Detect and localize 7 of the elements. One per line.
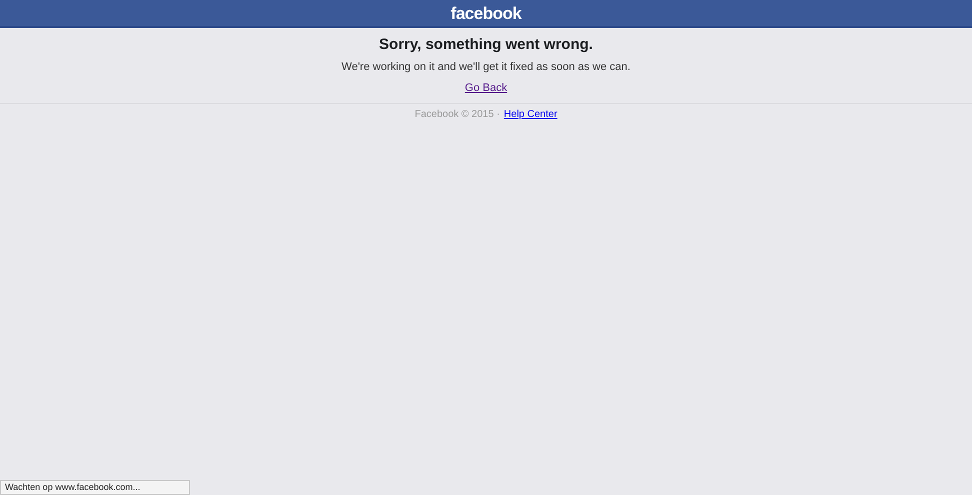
- error-message: We're working on it and we'll get it fixed as soon as we can.: [342, 60, 630, 74]
- status-text: Wachten op www.facebook.com...: [5, 483, 140, 492]
- copyright-text: Facebook © 2015 ·: [414, 108, 500, 122]
- logo[interactable]: facebook: [450, 4, 522, 22]
- help-center-link[interactable]: Help Center: [504, 108, 558, 122]
- error-title: Sorry, something went wrong.: [379, 36, 593, 54]
- go-back-link[interactable]: Go Back: [464, 81, 508, 95]
